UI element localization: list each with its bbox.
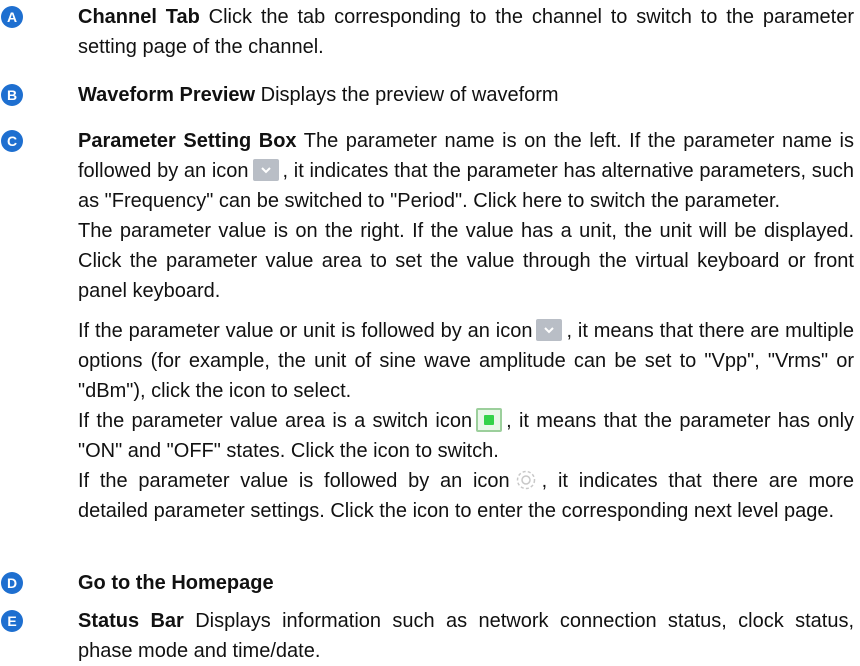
paragraph-4: If the parameter value area is a switch …	[78, 406, 854, 466]
marker-badge-a: A	[1, 6, 23, 28]
item-text: Parameter Setting Box The parameter name…	[78, 126, 854, 526]
item-text: Status Bar Displays information such as …	[78, 606, 854, 666]
paragraph-1: Parameter Setting Box The parameter name…	[78, 130, 855, 212]
item-term: Parameter Setting Box	[78, 130, 297, 152]
item-description: Displays the preview of waveform	[260, 84, 559, 106]
item-term: Waveform Preview	[78, 84, 256, 106]
chevron-down-icon	[536, 318, 563, 341]
marker-badge-b: B	[1, 84, 23, 106]
item-term: Status Bar	[78, 610, 184, 632]
item-text: Channel Tab Click the tab corresponding …	[78, 2, 854, 62]
chevron-down-icon	[252, 158, 279, 181]
description-list: A Channel Tab Click the tab correspondin…	[0, 0, 860, 662]
gear-icon	[514, 468, 538, 492]
marker-badge-d: D	[1, 572, 23, 594]
paragraph-3: If the parameter value or unit is follow…	[78, 318, 854, 402]
marker-badge-e: E	[1, 610, 23, 632]
item-text: Waveform Preview Displays the preview of…	[78, 80, 854, 110]
item-description: Displays information such as network con…	[78, 610, 855, 662]
paragraph-2: The parameter value is on the right. If …	[78, 220, 854, 302]
item-text: Go to the Homepage	[78, 568, 854, 598]
marker-badge-c: C	[1, 130, 23, 152]
paragraph-5: If the parameter value is followed by an…	[78, 466, 854, 526]
item-term: Channel Tab	[78, 6, 200, 28]
switch-icon	[476, 407, 503, 432]
item-term: Go to the Homepage	[78, 572, 274, 594]
